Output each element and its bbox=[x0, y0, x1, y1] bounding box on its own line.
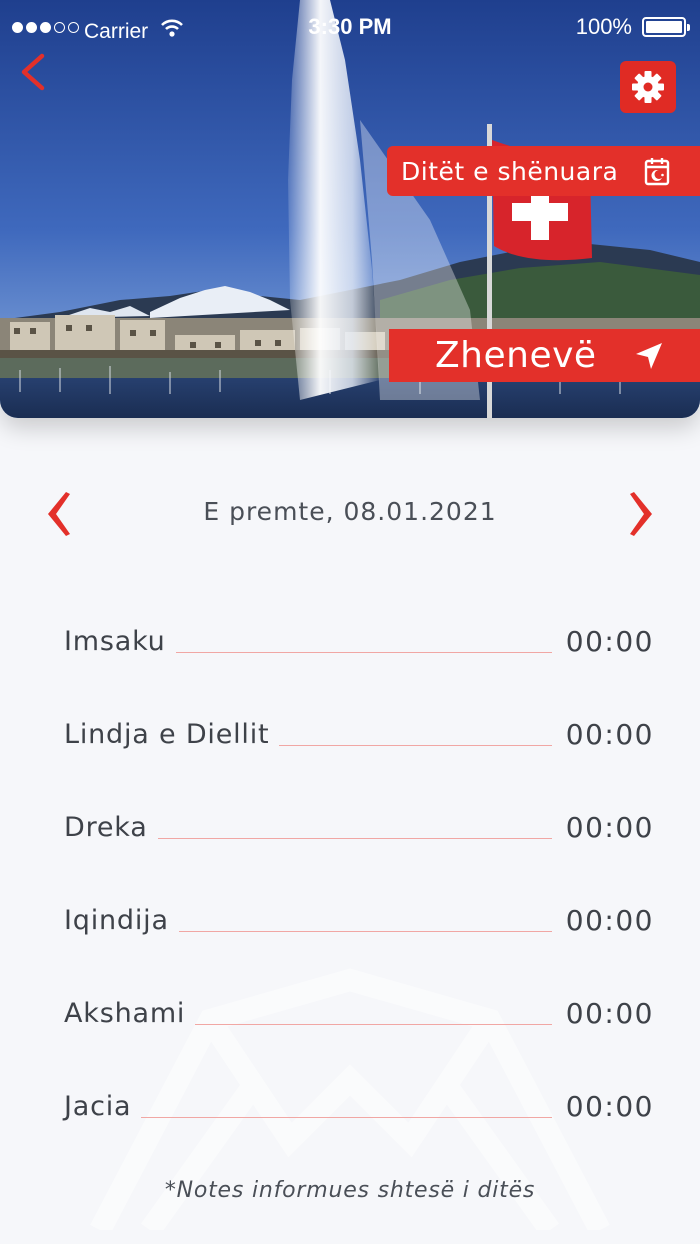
marked-days-label: Ditët e shënuara bbox=[401, 156, 619, 186]
dotted-separator bbox=[195, 1024, 552, 1025]
city-location-button[interactable]: Zhenevë bbox=[389, 329, 700, 382]
dotted-separator bbox=[178, 931, 552, 932]
city-name: Zhenevë bbox=[435, 335, 597, 376]
chevron-left-icon bbox=[21, 53, 45, 91]
prayer-time: 00:00 bbox=[565, 997, 654, 1030]
gear-icon bbox=[632, 71, 664, 103]
back-button[interactable] bbox=[14, 50, 54, 98]
chevron-right-icon bbox=[630, 492, 652, 536]
prayer-row-imsaku: Imsaku 00:00 bbox=[64, 620, 654, 713]
prayer-row-dreka: Dreka 00:00 bbox=[64, 806, 654, 899]
prayer-time: 00:00 bbox=[565, 625, 654, 658]
prayer-row-iqindija: Iqindija 00:00 bbox=[64, 899, 654, 992]
next-day-button[interactable] bbox=[624, 486, 660, 542]
calendar-crescent-icon bbox=[644, 158, 670, 186]
current-date: E premte, 08.01.2021 bbox=[203, 497, 497, 526]
battery-percent: 100% bbox=[575, 14, 632, 39]
dotted-separator bbox=[279, 745, 552, 746]
dotted-separator bbox=[175, 652, 552, 653]
prayer-name: Iqindija bbox=[64, 905, 169, 936]
prayer-name: Jacia bbox=[64, 1091, 132, 1122]
prayer-name: Lindja e Diellit bbox=[64, 719, 270, 750]
marked-days-button[interactable]: Ditët e shënuara bbox=[387, 146, 700, 196]
prayer-name: Akshami bbox=[64, 998, 186, 1029]
prayer-name: Dreka bbox=[64, 812, 148, 843]
prayer-time: 00:00 bbox=[565, 718, 654, 751]
daily-notes-link[interactable]: *Notes informues shtesë i ditës bbox=[0, 1178, 700, 1203]
prayer-time: 00:00 bbox=[565, 811, 654, 844]
header-photo: Carrier 3:30 PM 100% Ditët e shënuara Zh… bbox=[0, 0, 700, 418]
status-bar: Carrier 3:30 PM 100% bbox=[0, 0, 700, 56]
dotted-separator bbox=[157, 838, 552, 839]
prayer-time: 00:00 bbox=[565, 904, 654, 937]
prayer-row-jacia: Jacia 00:00 bbox=[64, 1085, 654, 1178]
dotted-separator bbox=[141, 1117, 552, 1118]
battery-icon bbox=[642, 17, 690, 37]
prayer-row-akshami: Akshami 00:00 bbox=[64, 992, 654, 1085]
prayer-times-list: Imsaku 00:00 Lindja e Diellit 00:00 Drek… bbox=[64, 620, 654, 1178]
prayer-name: Imsaku bbox=[64, 626, 166, 657]
prayer-row-lindja: Lindja e Diellit 00:00 bbox=[64, 713, 654, 806]
settings-button[interactable] bbox=[620, 61, 676, 113]
date-navigator: E premte, 08.01.2021 bbox=[0, 486, 700, 542]
prayer-time: 00:00 bbox=[565, 1090, 654, 1123]
location-arrow-icon bbox=[636, 343, 662, 369]
